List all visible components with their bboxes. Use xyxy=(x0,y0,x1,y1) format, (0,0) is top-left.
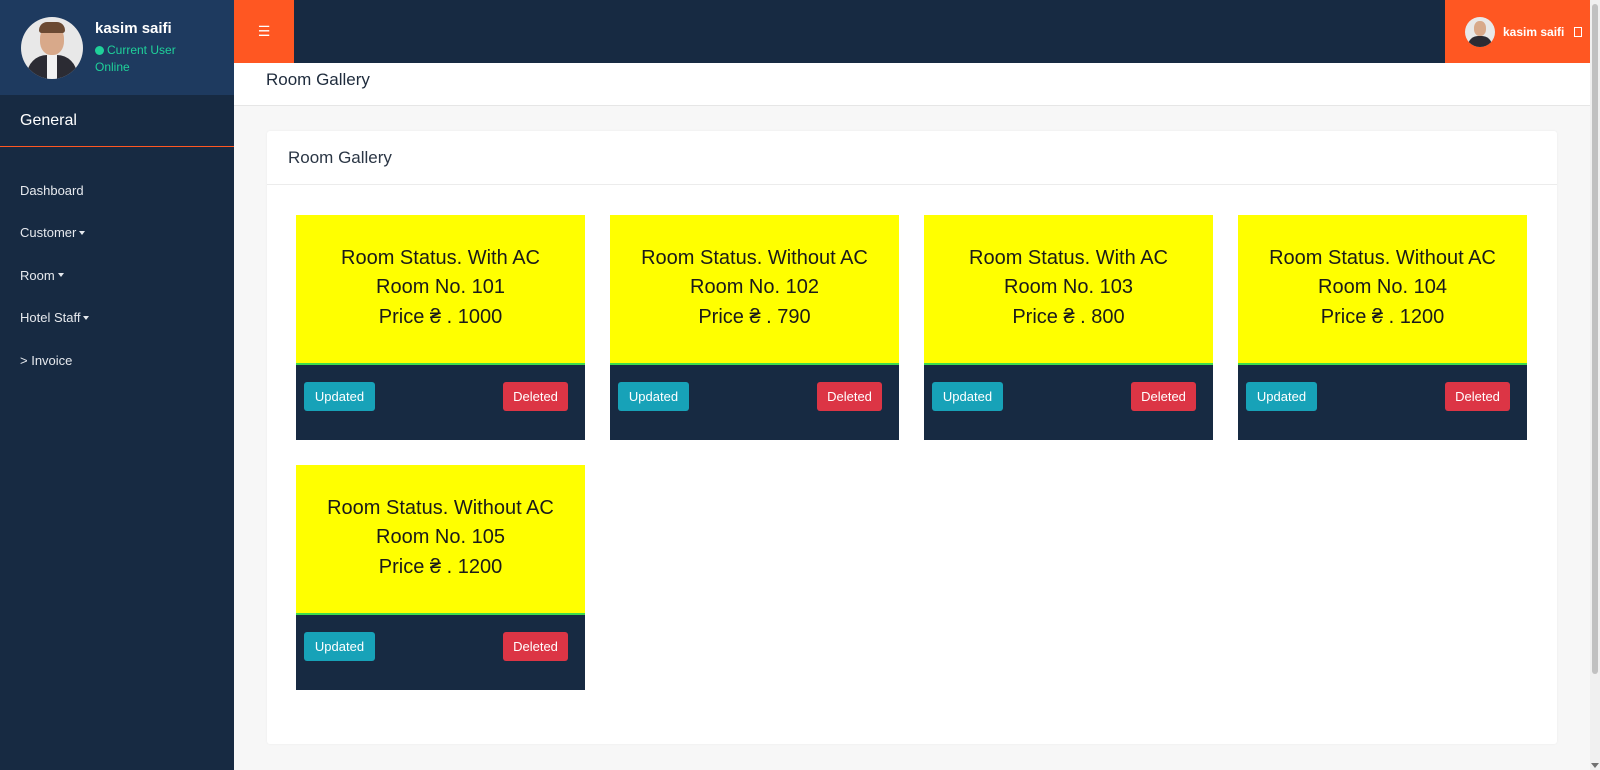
room-info: Room Status. Without AC Room No. 104 Pri… xyxy=(1238,215,1527,365)
caret-down-icon xyxy=(79,230,86,235)
user-profile: kasim saifi Current User Online xyxy=(0,0,234,95)
room-info: Room Status. Without AC Room No. 102 Pri… xyxy=(610,215,899,365)
update-button[interactable]: Updated xyxy=(1246,382,1317,411)
avatar xyxy=(1465,16,1495,47)
room-actions: Updated Deleted xyxy=(1238,365,1527,440)
room-card: Room Status. Without AC Room No. 105 Pri… xyxy=(296,465,585,690)
room-actions: Updated Deleted xyxy=(296,365,585,440)
sidebar-item-hotel-staff[interactable]: Hotel Staff xyxy=(0,297,234,340)
sidebar-item-customer[interactable]: Customer xyxy=(0,212,234,255)
room-number: Room No. 101 xyxy=(376,276,505,299)
room-price: Price ₴ . 790 xyxy=(698,305,811,328)
sidebar-item-room[interactable]: Room xyxy=(0,254,234,297)
page-title: Room Gallery xyxy=(266,70,370,89)
room-price: Price ₴ . 1000 xyxy=(378,305,503,328)
room-card: Room Status. Without AC Room No. 102 Pri… xyxy=(610,215,899,440)
room-card: Room Status. With AC Room No. 103 Price … xyxy=(924,215,1213,440)
delete-button[interactable]: Deleted xyxy=(1131,382,1196,411)
room-card: Room Status. With AC Room No. 101 Price … xyxy=(296,215,585,440)
room-info: Room Status. With AC Room No. 103 Price … xyxy=(924,215,1213,365)
delete-button[interactable]: Deleted xyxy=(503,632,568,661)
room-number: Room No. 105 xyxy=(376,526,505,549)
page-header: Room Gallery xyxy=(234,63,1590,106)
room-actions: Updated Deleted xyxy=(296,615,585,690)
card-title: Room Gallery xyxy=(288,147,392,167)
room-price: Price ₴ . 1200 xyxy=(378,555,503,578)
room-price: Price ₴ . 800 xyxy=(1012,305,1125,328)
menu-toggle-button[interactable]: ☰ xyxy=(234,0,294,63)
room-status: Room Status. Without AC xyxy=(327,496,554,519)
room-info: Room Status. With AC Room No. 101 Price … xyxy=(296,215,585,365)
profile-name: kasim saifi xyxy=(95,19,172,37)
update-button[interactable]: Updated xyxy=(618,382,689,411)
room-info: Room Status. Without AC Room No. 105 Pri… xyxy=(296,465,585,615)
scrollbar[interactable] xyxy=(1590,0,1600,770)
room-gallery-card: Room Gallery Room Status. With AC Room N… xyxy=(267,131,1557,744)
room-price: Price ₴ . 1200 xyxy=(1320,305,1445,328)
room-status: Room Status. With AC xyxy=(341,246,540,269)
topbar-user-name: kasim saifi xyxy=(1503,24,1565,39)
room-number: Room No. 103 xyxy=(1004,276,1133,299)
sidebar-item-invoice[interactable]: > Invoice xyxy=(0,339,234,382)
sidebar-item-label: > Invoice xyxy=(20,352,73,368)
user-menu-button[interactable]: kasim saifi xyxy=(1445,0,1590,63)
sidebar: kasim saifi Current User Online General … xyxy=(0,0,234,770)
sidebar-item-label: Customer xyxy=(20,225,77,241)
user-status: Current User xyxy=(95,42,176,59)
logout-icon xyxy=(1574,26,1583,37)
update-button[interactable]: Updated xyxy=(304,382,375,411)
caret-down-icon xyxy=(83,315,90,320)
update-button[interactable]: Updated xyxy=(304,632,375,661)
scroll-down-icon[interactable] xyxy=(1591,763,1599,768)
room-actions: Updated Deleted xyxy=(610,365,899,440)
room-number: Room No. 104 xyxy=(1318,276,1447,299)
room-status: Room Status. Without AC xyxy=(641,246,868,269)
sidebar-item-label: Hotel Staff xyxy=(20,310,81,326)
update-button[interactable]: Updated xyxy=(932,382,1003,411)
card-header: Room Gallery xyxy=(267,131,1557,185)
avatar xyxy=(21,16,83,79)
room-card: Room Status. Without AC Room No. 104 Pri… xyxy=(1238,215,1527,440)
room-status: Room Status. With AC xyxy=(969,246,1168,269)
sidebar-item-dashboard[interactable]: Dashboard xyxy=(0,169,234,212)
status-value: Online xyxy=(95,59,130,74)
caret-down-icon xyxy=(57,273,64,278)
room-status: Room Status. Without AC xyxy=(1269,246,1496,269)
delete-button[interactable]: Deleted xyxy=(503,382,568,411)
room-number: Room No. 102 xyxy=(690,276,819,299)
hamburger-icon: ☰ xyxy=(257,23,271,40)
top-navbar: ☰ kasim saifi xyxy=(234,0,1590,63)
sidebar-nav: Dashboard Customer Room Hotel Staff > In… xyxy=(0,147,234,382)
online-dot-icon xyxy=(95,45,104,55)
delete-button[interactable]: Deleted xyxy=(1445,382,1510,411)
sidebar-item-label: Room xyxy=(20,267,55,283)
room-actions: Updated Deleted xyxy=(924,365,1213,440)
sidebar-section-title: General xyxy=(0,95,234,147)
scrollbar-thumb[interactable] xyxy=(1592,4,1598,674)
sidebar-item-label: Dashboard xyxy=(20,182,84,198)
status-label: Current User xyxy=(107,42,176,57)
delete-button[interactable]: Deleted xyxy=(817,382,882,411)
